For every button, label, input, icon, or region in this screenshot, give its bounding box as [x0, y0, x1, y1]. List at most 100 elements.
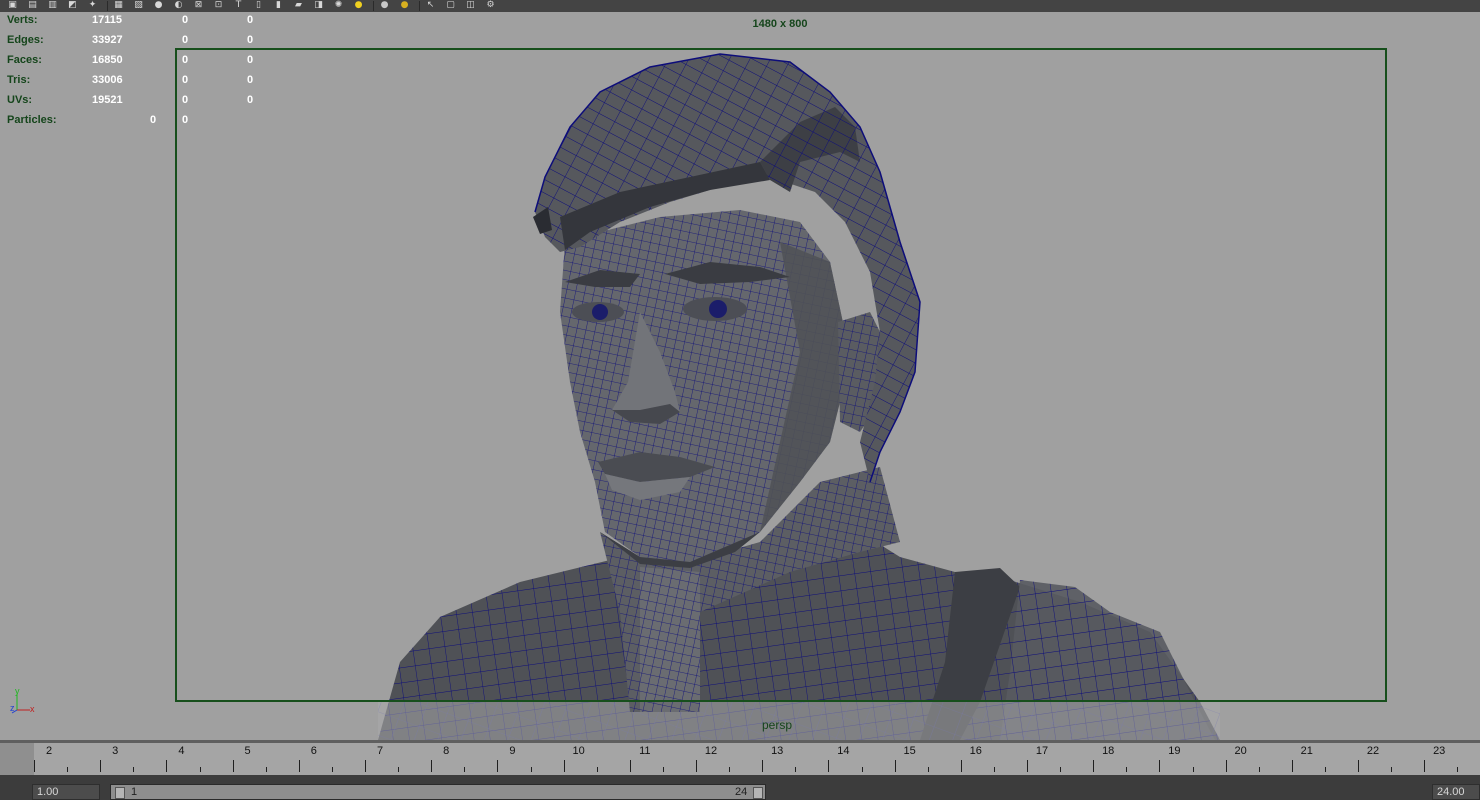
- toolbar-shelf: ▣ ▤ ▥ ◩ ✦ ▦ ▧ ● ◐ ⊠ ⊡ T ▯ ▮ ▰ ◨ ✺ ● ● ● ↖ ▢ ◫ ⚙: [0, 0, 1480, 12]
- render-settings-icon[interactable]: ▤: [26, 0, 39, 11]
- share-icon[interactable]: ⚙: [484, 0, 497, 11]
- range-end-label: 24: [735, 786, 748, 798]
- frame-tick: [1225, 760, 1227, 772]
- uvs-value: 19521: [92, 94, 123, 106]
- smooth-shade-icon[interactable]: ●: [152, 0, 165, 11]
- default-light-icon[interactable]: ●: [378, 0, 391, 11]
- blue-box-icon[interactable]: ▰: [292, 0, 305, 11]
- frame-minor-tick: [133, 767, 135, 772]
- grid-icon[interactable]: ▦: [112, 0, 125, 11]
- range-end-handle[interactable]: [753, 787, 763, 799]
- tris-selected: 0: [182, 74, 189, 86]
- edges-label: Edges:: [7, 34, 44, 46]
- frame-tick: [431, 760, 433, 772]
- frame-tick: [1291, 760, 1293, 772]
- checker-icon[interactable]: ✺: [332, 0, 345, 11]
- ipr-icon[interactable]: ▯: [252, 0, 265, 11]
- frame-minor-tick: [1324, 767, 1326, 772]
- frame-number: 3: [112, 745, 119, 757]
- frame-minor-tick: [662, 767, 664, 772]
- frame-minor-tick: [265, 767, 267, 772]
- magnet-icon[interactable]: ✦: [86, 0, 99, 11]
- frame-tick: [1424, 760, 1426, 772]
- frame-minor-tick: [1391, 767, 1393, 772]
- frame-number: 23: [1433, 745, 1446, 757]
- axis-y-label: y: [15, 686, 20, 696]
- frame-number: 5: [244, 745, 251, 757]
- verts-selected: 0: [182, 14, 189, 26]
- range-slider-track[interactable]: 1 24: [110, 784, 766, 800]
- frame-minor-tick: [729, 767, 731, 772]
- frame-tick: [762, 760, 764, 772]
- frame-number: 12: [704, 745, 718, 757]
- hypershade-icon[interactable]: ▥: [46, 0, 59, 11]
- time-slider-left-pad: [0, 743, 34, 775]
- frame-tick: [497, 760, 499, 772]
- end-time-field[interactable]: 24.00: [1432, 784, 1480, 800]
- frame-tick: [960, 760, 962, 772]
- frame-number: 20: [1234, 745, 1247, 757]
- end-time-value: 24.00: [1437, 786, 1465, 798]
- frame-number: 4: [178, 745, 185, 757]
- frame-number: 13: [771, 745, 784, 757]
- frame-tick: [365, 760, 366, 772]
- faces-selected: 0: [182, 54, 189, 66]
- shadow-icon[interactable]: ●: [398, 0, 411, 11]
- flat-shade-icon[interactable]: ◐: [172, 0, 185, 11]
- range-slider-bar: 1.00 1 24 24.00: [0, 775, 1480, 800]
- frame-tick: [1159, 760, 1161, 772]
- frame-minor-tick: [398, 767, 400, 772]
- uvs-components: 0: [247, 94, 254, 106]
- frame-number: 19: [1168, 745, 1181, 757]
- texture-icon[interactable]: T: [232, 0, 245, 11]
- frame-number: 21: [1300, 745, 1313, 757]
- frame-tick: [298, 760, 300, 772]
- frame-minor-tick: [1126, 767, 1128, 772]
- cube-icon[interactable]: ▢: [444, 0, 457, 11]
- shelf-separator: [419, 1, 420, 11]
- frame-minor-tick: [927, 767, 929, 772]
- particles-selected: 0: [182, 114, 189, 126]
- frame-minor-tick: [67, 767, 69, 772]
- uvs-label: UVs:: [7, 94, 33, 106]
- xray-box-icon[interactable]: ◨: [312, 0, 325, 11]
- tris-value: 33006: [92, 74, 123, 86]
- frame-number: 8: [443, 745, 450, 757]
- frame-minor-tick: [795, 767, 797, 772]
- box-view-icon[interactable]: ▮: [272, 0, 285, 11]
- frame-number: 2: [45, 745, 53, 757]
- verts-components: 0: [247, 14, 254, 26]
- range-start-label: 1: [131, 786, 138, 798]
- lights-icon[interactable]: ●: [352, 0, 365, 11]
- axis-x-label: x: [30, 704, 35, 714]
- start-time-field[interactable]: 1.00: [32, 784, 100, 800]
- frame-tick: [828, 760, 830, 772]
- render-view-icon[interactable]: ◩: [66, 0, 79, 11]
- uvs-selected: 0: [182, 94, 189, 106]
- frame-number: 9: [509, 745, 516, 757]
- shelf-separator: [107, 1, 108, 11]
- start-time-value: 1.00: [37, 786, 59, 798]
- edges-selected: 0: [182, 34, 189, 46]
- frame-number: 10: [572, 745, 585, 757]
- shelf-separator: [373, 1, 374, 11]
- verts-label: Verts:: [7, 14, 38, 26]
- range-start-handle[interactable]: [115, 787, 125, 799]
- time-slider[interactable]: 2 3 4 5 6 7 8 9 10 11 12 13 14 15 16 17 18 19 20 21 22 23: [0, 740, 1480, 775]
- tris-label: Tris:: [7, 74, 31, 86]
- frame-all-icon[interactable]: ◫: [464, 0, 477, 11]
- persp-viewport[interactable]: Verts: 17115 0 0 Edges: 33927 0 0 Faces:…: [0, 12, 1480, 740]
- wireframe-icon[interactable]: ⊠: [192, 0, 205, 11]
- frame-minor-tick: [530, 767, 532, 772]
- select-tool-icon[interactable]: ↖: [424, 0, 437, 11]
- head-mesh-model: [378, 53, 1220, 740]
- frame-minor-tick: [1457, 767, 1459, 772]
- film-gate-icon[interactable]: ▧: [132, 0, 145, 11]
- frame-tick: [100, 760, 102, 772]
- frame-tick: [894, 760, 896, 772]
- tris-components: 0: [247, 74, 254, 86]
- frame-number: 18: [1102, 745, 1115, 757]
- frame-minor-tick: [331, 767, 333, 772]
- render-frame-icon[interactable]: ▣: [6, 0, 19, 11]
- xray-icon[interactable]: ⊡: [212, 0, 225, 11]
